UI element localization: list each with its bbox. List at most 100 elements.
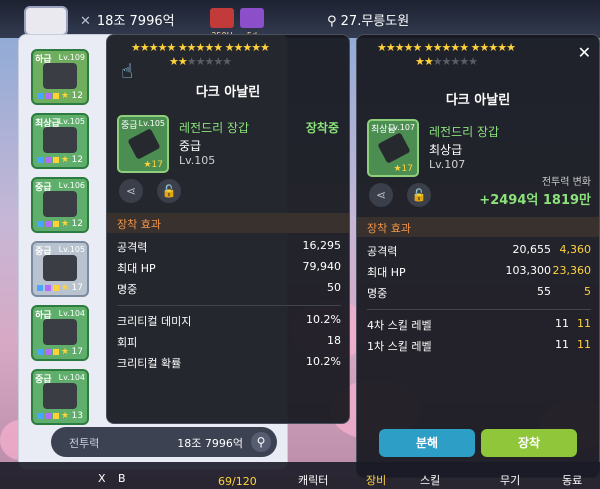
star-icon: ★ [61, 155, 70, 165]
hud-power-value: 18조 7996억 [96, 14, 175, 29]
star-icon: ★ [61, 219, 70, 229]
compare-item-popup: ✕ ★★★★★ ★★★★★ ★★★★★ ★★★★★★★ 다크 아날린 최상급 L… [356, 34, 600, 478]
tab-skill[interactable]: 스킬 [420, 472, 440, 488]
search-icon[interactable]: ⚲ [251, 432, 271, 452]
share-icon[interactable]: ⋖ [119, 179, 143, 203]
stat-value: 55 [537, 285, 551, 298]
stat-value: 50 [327, 281, 341, 294]
location-pin-icon: ⚲ [327, 14, 341, 29]
stat-delta: 11 [577, 338, 591, 351]
option-marker [37, 285, 43, 291]
stat-name: 회피 [117, 336, 138, 349]
tab-character[interactable]: 캐릭터 [298, 472, 328, 488]
item-icon: 중급 Lv.105 ★17 [117, 115, 169, 173]
stat-name: 크리티컬 확률 [117, 357, 182, 370]
stat-name: 크리티컬 데미지 [117, 315, 192, 328]
star-icon: ★ [61, 347, 70, 357]
inventory-slot[interactable]: 중급 Lv.105 ★ 17 [31, 241, 89, 297]
stat-row: 명중 55 5 [367, 285, 591, 301]
option-marker [53, 413, 59, 419]
stat-row: 최대 HP 103,300 23,360 [367, 264, 591, 280]
stat-row: 회피 18 [117, 334, 341, 350]
key-x: X [98, 472, 106, 485]
slot-stars: 13 [71, 411, 83, 421]
equipped-badge: 장착중 [305, 121, 339, 135]
stat-delta: 4,360 [559, 243, 592, 256]
stat-name: 공격력 [117, 241, 148, 254]
map-label: 27.무릉도원 [340, 14, 410, 29]
stat-value: 10.2% [306, 355, 341, 368]
divider [367, 309, 591, 310]
inventory-slot[interactable]: 중급 Lv.104 ★ 13 [31, 369, 89, 425]
option-marker [45, 157, 51, 163]
item-art [43, 127, 77, 153]
buff-icon[interactable]: 250H [210, 8, 234, 40]
power-value: 18조 7996억 [177, 437, 243, 450]
avatar[interactable] [24, 6, 68, 36]
item-name: 레전드리 장갑 [179, 121, 250, 135]
map-name: ⚲ 27.무릉도원 [327, 10, 409, 29]
stat-value: 18 [327, 334, 341, 347]
lock-icon[interactable]: 🔓 [157, 179, 181, 203]
tab-companion[interactable]: 동료 [562, 472, 582, 488]
inventory-slot[interactable]: 하급 Lv.109 ★ 12 [31, 49, 89, 105]
inventory-slot[interactable]: 최상급 Lv.105 ★ 12 [31, 113, 89, 169]
glove-icon [127, 128, 161, 160]
slot-stars: 12 [71, 91, 83, 101]
stat-row: 크리티컬 확률 10.2% [117, 355, 341, 371]
slot-stars: 17 [71, 283, 83, 293]
item-art [43, 191, 77, 217]
slot-level: Lv.105 [58, 245, 85, 254]
option-marker [53, 157, 59, 163]
stat-name: 최대 HP [367, 266, 406, 279]
slot-level: Lv.106 [58, 181, 85, 190]
equipped-item-popup: ★★★★★ ★★★★★ ★★★★★ ★★★★★★★ ☝ 다크 아날린 중급 Lv… [106, 34, 350, 424]
stat-value: 20,655 [512, 243, 552, 256]
stat-name: 4차 스킬 레벨 [367, 319, 432, 332]
option-marker [45, 413, 51, 419]
glove-icon [377, 132, 411, 164]
stat-name: 공격력 [367, 245, 398, 258]
bottom-menu: X B 69/120 캐릭터 장비 스킬 무기 동료 [0, 462, 600, 489]
tab-equipment[interactable]: 장비 [366, 472, 386, 488]
inventory-slot[interactable]: 중급 Lv.106 ★ 12 [31, 177, 89, 233]
stat-name: 명중 [117, 283, 138, 296]
share-icon[interactable]: ⋖ [369, 183, 393, 207]
stat-row: 1차 스킬 레벨 11 11 [367, 338, 591, 354]
equip-button[interactable]: 장착 [481, 429, 577, 457]
slot-stars: 12 [71, 219, 83, 229]
option-marker [45, 221, 51, 227]
inventory-power-bar: 전투력 18조 7996억 ⚲ [51, 427, 277, 457]
slot-stars: 17 [71, 347, 83, 357]
slot-level: Lv.104 [58, 309, 85, 318]
disassemble-button[interactable]: 분해 [379, 429, 475, 457]
divider [117, 305, 341, 306]
item-art [43, 255, 77, 281]
close-icon[interactable]: ✕ [578, 43, 591, 62]
star-icon: ★ [61, 411, 70, 421]
inventory-slot[interactable]: 하급 Lv.104 ★ 17 [31, 305, 89, 361]
tab-weapon[interactable]: 무기 [500, 472, 520, 488]
key-b: B [118, 472, 126, 485]
option-marker [45, 349, 51, 355]
option-marker [53, 93, 59, 99]
stat-row: 공격력 20,655 4,360 [367, 243, 591, 259]
slot-stars: 12 [71, 155, 83, 165]
power-label: 전투력 [69, 437, 100, 450]
hand-pointer-icon: ☝ [121, 59, 134, 83]
mail-icon[interactable]: 5d [240, 8, 264, 40]
option-marker [37, 221, 43, 227]
section-header: 장착 효과 [107, 213, 349, 233]
item-tier: 최상급 [429, 143, 463, 157]
option-marker [45, 93, 51, 99]
option-marker [37, 157, 43, 163]
stat-row: 4차 스킬 레벨 11 11 [367, 317, 591, 333]
star-row-top: ★★★★★ ★★★★★ ★★★★★ [131, 41, 270, 54]
item-art [43, 383, 77, 409]
slot-level: Lv.105 [58, 117, 85, 126]
stat-name: 1차 스킬 레벨 [367, 340, 432, 353]
item-art [43, 63, 77, 89]
top-hud: ✕ 18조 7996억 250H 5d ⚲ 27.무릉도원 [0, 0, 600, 40]
slot-count: 69/120 [218, 475, 257, 488]
lock-icon[interactable]: 🔓 [407, 183, 431, 207]
